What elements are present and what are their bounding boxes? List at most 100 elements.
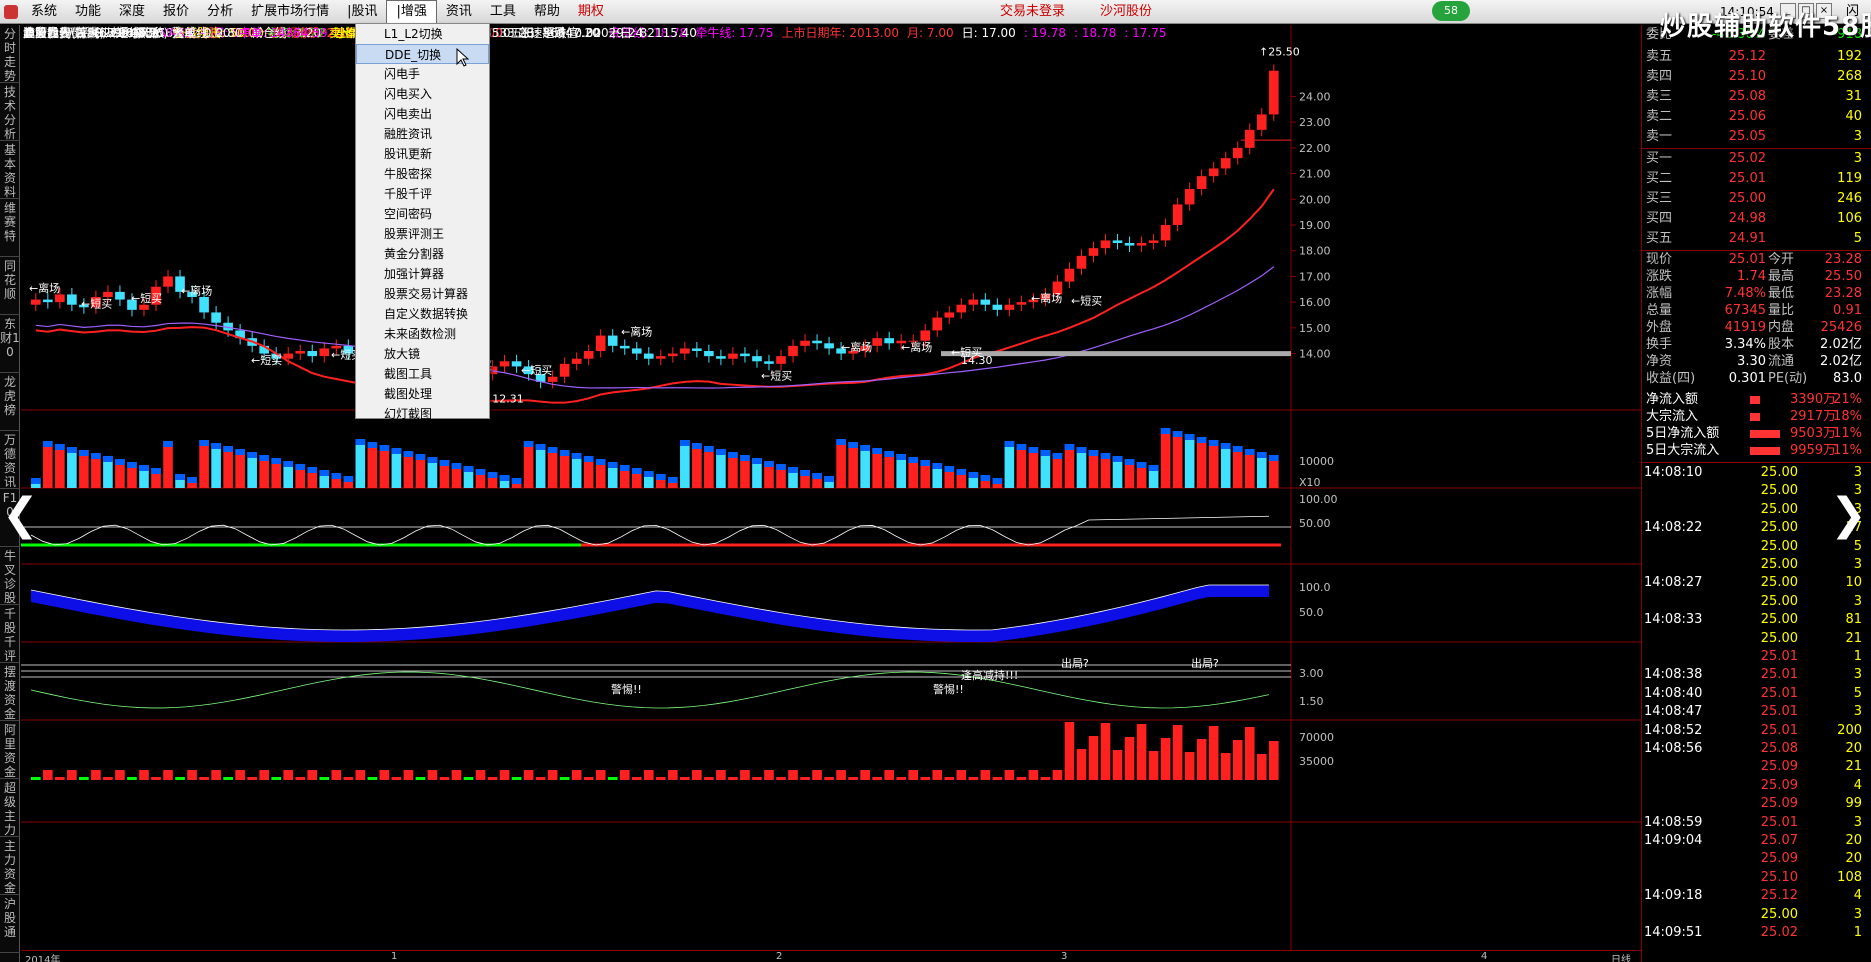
menu-analysis[interactable]: 分析 [198,1,242,23]
sidebar-tab[interactable]: 沪股通 [0,895,20,953]
tick-row: 14:09:51 25.02 1 [1642,923,1871,943]
dropdown-item[interactable]: 股讯更新 [356,144,489,164]
menu-depth[interactable]: 深度 [110,1,154,23]
sidebar-tab[interactable]: 牛叉诊股 [0,547,20,605]
sidebar-tab[interactable]: 基本资料 [0,141,20,199]
volume-cap [559,450,570,456]
dropdown-item[interactable]: 幻灯截图 [356,404,489,424]
sidebar-tab[interactable]: 技术分析 [0,83,20,141]
volume-cap [1040,450,1051,456]
qs-bar [1076,749,1087,780]
dropdown-item[interactable]: 千股千评 [356,184,489,204]
axis-month-4: 4 [1481,951,1488,962]
volume-cap [1148,465,1159,471]
qs-bar [355,770,366,780]
dropdown-item[interactable]: 融胜资讯 [356,124,489,144]
sidebar-tab[interactable]: 分时走势 [0,25,20,83]
dropdown-item[interactable]: 截图工具 [356,364,489,384]
sell-row: 卖三 25.08 31 [1642,87,1871,107]
q-label: 出局? [1191,656,1219,670]
quote-cell: 25.07 [1760,833,1798,848]
dropdown-item[interactable]: 空间密码 [356,204,489,224]
quote-cell: 5 [1853,685,1862,701]
menu-help[interactable]: 帮助 [525,1,569,23]
sidebar-tab[interactable]: 阿里资金 [0,721,20,779]
tick-row: 14:08:59 25.01 3 [1642,813,1871,833]
sidebar-tab[interactable]: 同花顺 [0,257,20,315]
dropdown-item[interactable]: 牛股密探 [356,164,489,184]
quote-cell: 20 [1845,741,1862,756]
trade-login-status[interactable]: 交易未登录 [1000,0,1065,24]
qs-bar [55,777,65,780]
qs-bar [643,770,654,780]
volume-cap [415,454,426,460]
chart-area[interactable]: 24.00 23.00 22.00 21.00 20.00 19.00 18.00 17.00… [21,25,1641,962]
sidebar-tab[interactable]: 千股千评 [0,605,20,663]
volume-bar [848,442,858,488]
qs-bar [716,770,726,780]
qs-bar [1208,726,1219,780]
qs-bar [656,777,666,780]
dropdown-item[interactable]: 截图处理 [356,384,489,404]
chart-svg[interactable]: 24.0023.0022.0021.0020.0019.0018.0017.00… [21,25,1641,962]
price-axis-label: 14.00 [1299,348,1331,361]
candle-body [319,348,330,357]
sidebar-tab[interactable]: 东财10 [0,315,20,373]
volume-cap [307,467,318,473]
tick-row: 25.00 3 [1642,905,1871,925]
dropdown-item[interactable]: 黄金分割器 [356,244,489,264]
tick-row: 14:08:40 25.01 5 [1642,684,1871,704]
dropdown-item[interactable]: 放大镜 [356,344,489,364]
mg-axis-label: 1.50 [1299,695,1324,708]
period-label[interactable]: 日线 [1611,951,1631,962]
dropdown-item[interactable]: L1_L2切换 [356,24,489,44]
qs-bar [571,770,582,780]
online-badge[interactable]: 58 [1432,1,1470,21]
qs-bar [1028,770,1039,780]
dropdown-item[interactable]: 闪电卖出 [356,104,489,124]
flow-bar [1750,413,1760,421]
menu-extended-market[interactable]: 扩展市场行情 [242,1,338,23]
qs-bar [788,770,798,780]
menu-enhance[interactable]: |增强 [386,0,437,24]
dropdown-item[interactable]: 股票交易计算器 [356,284,489,304]
qs-bar [511,777,522,780]
candle-body [55,294,65,303]
quote-cell: 41919 [1724,320,1766,335]
menu-system[interactable]: 系统 [22,1,66,23]
sidebar-tab[interactable]: 主力资金 [0,837,20,895]
qs-bar [295,777,306,780]
sidebar-tab[interactable]: 龙虎榜 [0,373,20,431]
qs-bar [908,770,919,780]
menu-info[interactable]: 资讯 [437,1,481,23]
candle-body [1148,240,1159,243]
menu-options[interactable]: 期权 [569,1,613,23]
qs-bar [704,777,714,780]
dropdown-item[interactable]: 闪电买入 [356,84,489,104]
quote-cell: 2.02亿 [1820,337,1862,352]
sidebar-tab[interactable]: 维赛特 [0,199,20,257]
candle-body [716,356,726,359]
sidebar-tab[interactable]: 摆渡资金 [0,663,20,721]
dropdown-item[interactable]: 加强计算器 [356,264,489,284]
prev-arrow-icon[interactable]: ❮ [2,493,39,537]
menu-tools[interactable]: 工具 [481,1,525,23]
menu-quote[interactable]: 报价 [154,1,198,23]
flow-bar [1750,396,1760,404]
sell-row: 卖二 25.06 40 [1642,107,1871,127]
sidebar-tab[interactable]: 超级主力 [0,779,20,837]
dropdown-item[interactable]: 未来函数检测 [356,324,489,344]
axis-year: 2014年 [25,955,61,962]
qs-bar [1004,770,1015,780]
volume-bar [211,443,221,488]
current-stock-name[interactable]: 沙河股份 [1100,0,1152,24]
high-label: ↑25.50 [1259,45,1300,58]
menu-stock-news[interactable]: |股讯 [338,1,386,23]
menu-function[interactable]: 功能 [66,1,110,23]
sidebar-tab[interactable]: 万德资讯 [0,431,20,489]
next-arrow-icon[interactable]: ❯ [1830,493,1867,537]
dropdown-item[interactable]: 股票评测王 [356,224,489,244]
price-axis-label: 21.00 [1299,168,1331,181]
dropdown-item[interactable]: 自定义数据转换 [356,304,489,324]
qs-bar [1256,754,1267,780]
